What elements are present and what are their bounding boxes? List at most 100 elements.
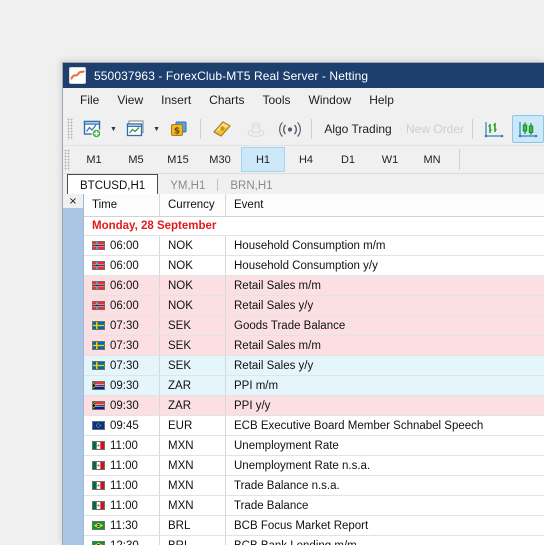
table-row[interactable]: 09:30ZARPPI m/m [84, 376, 544, 396]
timeframe-grip[interactable] [64, 149, 70, 171]
cell-event: Goods Trade Balance [226, 316, 544, 335]
table-row[interactable]: 07:30SEKRetail Sales m/m [84, 336, 544, 356]
column-header-currency[interactable]: Currency [160, 194, 226, 216]
menu-insert[interactable]: Insert [152, 90, 200, 110]
window-title: 550037963 - ForexClub-MT5 Real Server - … [94, 69, 368, 83]
navigator-button[interactable] [206, 115, 238, 143]
cell-time-text: 06:00 [110, 300, 139, 312]
flag-icon-nok [92, 241, 105, 250]
cell-time: 06:00 [84, 276, 160, 295]
main-toolbar: ▼ ▼ $ [63, 113, 544, 146]
algo-trading-button[interactable]: Algo Trading [317, 115, 395, 143]
calendar-row-list[interactable]: Monday, 28 September 06:00NOKHousehold C… [84, 217, 544, 545]
cell-time-text: 11:00 [110, 460, 138, 472]
cell-time-text: 09:45 [110, 420, 139, 432]
new-order-button[interactable]: New Order [397, 115, 467, 143]
candlestick-chart-button[interactable] [512, 115, 544, 143]
economic-calendar-panel: × Time Currency Event Monday, 28 Septemb… [63, 194, 544, 545]
data-window-button[interactable] [240, 115, 272, 143]
timeframe-h4[interactable]: H4 [285, 147, 327, 172]
toolbar-separator-2 [311, 119, 312, 139]
cell-event: Unemployment Rate [226, 436, 544, 455]
column-header-time[interactable]: Time [84, 194, 160, 216]
chart-profiles-dropdown-caret[interactable]: ▼ [153, 126, 160, 133]
timeframe-separator [459, 149, 460, 170]
table-row[interactable]: 09:45 EURECB Executive Board Member Schna… [84, 416, 544, 436]
new-chart-button[interactable] [77, 115, 109, 143]
menu-help[interactable]: Help [360, 90, 403, 110]
table-row[interactable]: 07:30SEKRetail Sales y/y [84, 356, 544, 376]
table-row[interactable]: 11:30BRLBCB Focus Market Report [84, 516, 544, 536]
table-row[interactable]: 06:00NOKHousehold Consumption y/y [84, 256, 544, 276]
cell-time: 09:30 [84, 396, 160, 415]
close-icon[interactable]: × [63, 194, 83, 208]
new-chart-dropdown-caret[interactable]: ▼ [110, 126, 117, 133]
svg-text:$: $ [174, 126, 180, 136]
panel-side-strip[interactable]: × [63, 194, 84, 545]
cell-event: Retail Sales y/y [226, 296, 544, 315]
menu-charts[interactable]: Charts [200, 90, 253, 110]
menu-file[interactable]: File [71, 90, 108, 110]
timeframe-h1[interactable]: H1 [241, 147, 285, 172]
timeframe-m5[interactable]: M5 [115, 147, 157, 172]
cell-time: 11:00 [84, 456, 160, 475]
table-row[interactable]: 09:30ZARPPI y/y [84, 396, 544, 416]
cell-time-text: 11:30 [110, 520, 138, 532]
flag-icon-mxn [92, 461, 105, 470]
cell-time-text: 06:00 [110, 260, 139, 272]
cell-currency: NOK [160, 276, 226, 295]
table-row[interactable]: 11:00 MXNUnemployment Rate n.s.a. [84, 456, 544, 476]
toolbar-empty-area [466, 146, 544, 173]
table-row[interactable]: 06:00NOKRetail Sales y/y [84, 296, 544, 316]
timeframe-m15[interactable]: M15 [157, 147, 199, 172]
flag-icon-mxn [92, 481, 105, 490]
cell-event: PPI m/m [226, 376, 544, 395]
timeframe-w1[interactable]: W1 [369, 147, 411, 172]
cell-time-text: 09:30 [110, 380, 139, 392]
menu-view[interactable]: View [108, 90, 152, 110]
cell-currency: SEK [160, 356, 226, 375]
column-header-event[interactable]: Event [226, 194, 544, 216]
timeframe-m30[interactable]: M30 [199, 147, 241, 172]
mt5-application-window: 550037963 - ForexClub-MT5 Real Server - … [62, 62, 544, 545]
table-row[interactable]: 06:00NOKHousehold Consumption m/m [84, 236, 544, 256]
cell-event: ECB Executive Board Member Schnabel Spee… [226, 416, 544, 435]
menu-tools[interactable]: Tools [254, 90, 300, 110]
cell-time-text: 09:30 [110, 400, 139, 412]
table-row[interactable]: 11:00MXNTrade Balance [84, 496, 544, 516]
cell-time-text: 11:00 [110, 480, 138, 492]
cell-event: Retail Sales y/y [226, 356, 544, 375]
cell-currency: EUR [160, 416, 226, 435]
cell-currency: BRL [160, 516, 226, 535]
timeframe-m1[interactable]: M1 [73, 147, 115, 172]
timeframe-d1[interactable]: D1 [327, 147, 369, 172]
cell-event: Trade Balance n.s.a. [226, 476, 544, 495]
cell-currency: SEK [160, 336, 226, 355]
market-watch-button[interactable]: $ [163, 115, 195, 143]
flag-icon-mxn [92, 501, 105, 510]
chart-profiles-button[interactable] [120, 115, 152, 143]
table-row[interactable]: 06:00NOKRetail Sales m/m [84, 276, 544, 296]
chart-tab-ym[interactable]: YM,H1 [158, 176, 217, 196]
cell-time: 07:30 [84, 336, 160, 355]
cell-time: 11:00 [84, 496, 160, 515]
cell-time: 11:30 [84, 516, 160, 535]
flag-icon-sek [92, 361, 105, 370]
menu-window[interactable]: Window [300, 90, 361, 110]
cell-event: Trade Balance [226, 496, 544, 515]
table-row[interactable]: 07:30SEKGoods Trade Balance [84, 316, 544, 336]
signals-button[interactable] [274, 115, 306, 143]
chart-tab-brn[interactable]: BRN,H1 [218, 176, 284, 196]
cell-currency: SEK [160, 316, 226, 335]
cell-time: 09:30 [84, 376, 160, 395]
cell-time-text: 12:30 [110, 540, 139, 545]
table-row[interactable]: 11:00MXNUnemployment Rate [84, 436, 544, 456]
cell-currency: MXN [160, 456, 226, 475]
cell-currency: MXN [160, 476, 226, 495]
timeframe-mn[interactable]: MN [411, 147, 453, 172]
cell-currency: ZAR [160, 396, 226, 415]
cell-event: Unemployment Rate n.s.a. [226, 456, 544, 475]
bar-chart-button[interactable] [478, 115, 510, 143]
toolbar-grip[interactable] [67, 118, 73, 140]
table-row[interactable]: 11:00 MXNTrade Balance n.s.a. [84, 476, 544, 496]
